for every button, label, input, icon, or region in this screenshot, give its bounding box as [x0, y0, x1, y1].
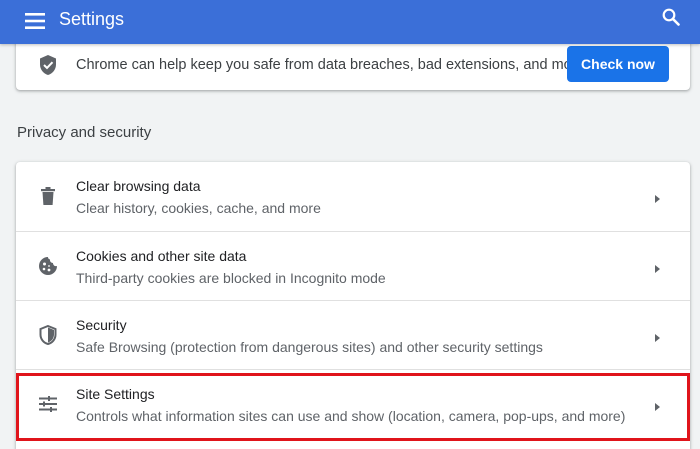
chevron-right-icon: [652, 261, 662, 273]
row-title: Clear browsing data: [76, 178, 201, 194]
privacy-security-card: Clear browsing data Clear history, cooki…: [16, 162, 690, 449]
row-title: Security: [76, 317, 127, 333]
clear-browsing-data-row[interactable]: Clear browsing data Clear history, cooki…: [16, 162, 690, 231]
row-title: Cookies and other site data: [76, 248, 247, 264]
trash-icon: [36, 184, 60, 208]
safety-check-row: Chrome can help keep you safe from data …: [16, 44, 690, 88]
hamburger-menu-icon[interactable]: [22, 8, 48, 34]
row-subtitle: Third-party cookies are blocked in Incog…: [76, 270, 386, 286]
cookies-site-data-row[interactable]: Cookies and other site data Third-party …: [16, 231, 690, 300]
check-now-button[interactable]: Check now: [567, 46, 669, 82]
row-subtitle: Safe Browsing (protection from dangerous…: [76, 339, 543, 355]
shield-check-icon: [38, 54, 58, 76]
row-subtitle: Controls what information sites can use …: [76, 408, 626, 424]
search-icon[interactable]: [658, 4, 684, 30]
cookie-icon: [36, 254, 60, 278]
row-title: Site Settings: [76, 386, 155, 402]
chevron-right-icon: [652, 191, 662, 203]
security-row[interactable]: Security Safe Browsing (protection from …: [16, 300, 690, 369]
row-subtitle: Clear history, cookies, cache, and more: [76, 200, 321, 216]
page-title: Settings: [59, 9, 125, 29]
chevron-right-icon: [652, 330, 662, 342]
settings-header: Settings: [0, 0, 700, 44]
section-title-privacy: Privacy and security: [17, 124, 152, 141]
chevron-right-icon: [652, 399, 662, 411]
safety-check-description: Chrome can help keep you safe from data …: [76, 57, 585, 73]
site-settings-row[interactable]: Site Settings Controls what information …: [16, 369, 690, 438]
shield-icon: [36, 323, 60, 347]
tune-sliders-icon: [36, 392, 60, 416]
